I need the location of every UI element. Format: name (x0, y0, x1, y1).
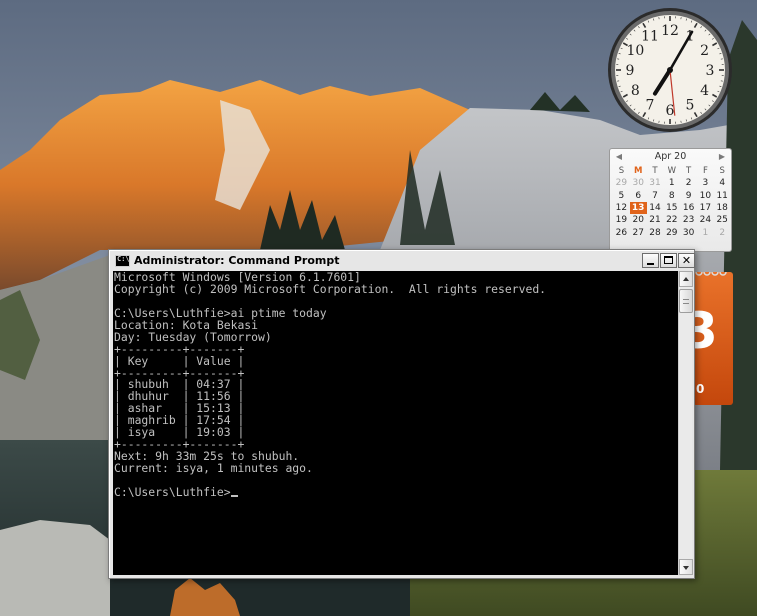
maximize-button[interactable] (660, 253, 677, 268)
calendar-day[interactable]: 26 (613, 226, 630, 238)
close-icon: ✕ (681, 254, 692, 267)
calendar-week-row: 5 6 7 8 9 10 11 (613, 190, 731, 202)
command-prompt-window[interactable]: Administrator: Command Prompt ✕ Microsof… (108, 249, 695, 579)
calendar-day[interactable]: 28 (647, 226, 664, 238)
clock-numeral: 3 (706, 63, 715, 79)
calendar-day[interactable]: 9 (680, 190, 697, 202)
calendar-day[interactable]: 1 (697, 226, 714, 238)
calendar-header: ◀ Apr 20 ▶ (610, 149, 731, 165)
calendar-day[interactable]: 20 (630, 214, 647, 226)
scrollbar-thumb[interactable] (679, 289, 693, 313)
calendar-weekday: S (719, 166, 725, 177)
calendar-day[interactable]: 11 (714, 190, 731, 202)
calendar-weekday: T (652, 166, 658, 177)
arrow-up-icon (683, 277, 689, 281)
clock-numeral: 12 (661, 23, 679, 39)
clock-numeral: 10 (626, 43, 644, 59)
calendar-day[interactable]: 30 (680, 226, 697, 238)
calendar-day[interactable]: 22 (663, 214, 680, 226)
console-output[interactable]: Microsoft Windows [Version 6.1.7601] Copy… (113, 271, 678, 575)
calendar-day[interactable]: 30 (630, 177, 647, 189)
calendar-day[interactable]: 17 (697, 202, 714, 214)
calendar-day[interactable]: 31 (647, 177, 664, 189)
calendar-weekday: S (618, 166, 625, 177)
clock-numeral: 8 (631, 83, 640, 99)
binder-rings-icon (695, 272, 727, 276)
calendar-day[interactable]: 8 (663, 190, 680, 202)
calendar-day[interactable]: 21 (647, 214, 664, 226)
calendar-day[interactable]: 3 (697, 177, 714, 189)
calendar-week-row: 19 20 21 22 23 24 25 (613, 214, 731, 226)
calendar-weekday: T (685, 166, 692, 177)
calendar-day[interactable]: 14 (647, 202, 664, 214)
date-gadget-subtext: 0 (696, 382, 705, 396)
clock-numeral: 9 (626, 63, 635, 79)
clock-numeral: 2 (700, 43, 709, 59)
clock-numeral: 7 (646, 98, 655, 114)
date-gadget-number: 3 (693, 302, 718, 360)
text-cursor (230, 494, 238, 497)
calendar-day[interactable]: 27 (630, 226, 647, 238)
maximize-icon (664, 256, 673, 264)
window-title: Administrator: Command Prompt (134, 254, 340, 267)
clock-numeral: 5 (686, 98, 695, 114)
console-line: C:\Users\Luthfie> (114, 486, 678, 499)
calendar-weekday: F (702, 166, 708, 177)
calendar-week-row: 29 30 31 1 2 3 4 (613, 177, 731, 189)
calendar-day[interactable]: 25 (714, 214, 731, 226)
calendar-day[interactable]: 12 (613, 202, 630, 214)
minimize-button[interactable] (642, 253, 659, 268)
calendar-day[interactable]: 16 (680, 202, 697, 214)
clock-numeral: 4 (700, 83, 709, 99)
calendar-day[interactable]: 19 (613, 214, 630, 226)
calendar-day[interactable]: 7 (647, 190, 664, 202)
calendar-day[interactable]: 24 (697, 214, 714, 226)
calendar-day[interactable]: 18 (714, 202, 731, 214)
calendar-day[interactable]: 2 (714, 226, 731, 238)
calendar-day-today[interactable]: 13 (629, 201, 647, 215)
calendar-month-label: Apr 20 (654, 151, 687, 162)
console-line: Copyright (c) 2009 Microsoft Corporation… (114, 281, 547, 296)
calendar-week-row: 12 13 14 15 16 17 18 (613, 201, 731, 215)
calendar-day[interactable]: 23 (680, 214, 697, 226)
close-button[interactable]: ✕ (678, 253, 695, 268)
calendar-day[interactable]: 29 (663, 226, 680, 238)
calendar-day[interactable]: 10 (697, 190, 714, 202)
calendar-week-row: 26 27 28 29 30 1 2 (613, 226, 731, 238)
previous-month-icon[interactable]: ◀ (613, 149, 625, 165)
calendar-day[interactable]: 1 (663, 177, 680, 189)
calendar-day[interactable]: 15 (663, 202, 680, 214)
calendar-day[interactable]: 6 (630, 190, 647, 202)
vertical-scrollbar[interactable] (678, 271, 693, 575)
next-month-icon[interactable]: ▶ (716, 149, 728, 165)
console-app-icon[interactable] (115, 255, 130, 267)
calendar-grid: S M T W T F S 29 30 31 1 2 3 4 5 6 7 8 9 10 11 12 13 14 15 16 17 18… (613, 165, 731, 239)
scroll-down-button[interactable] (679, 559, 693, 575)
arrow-down-icon (683, 566, 689, 570)
calendar-gadget[interactable]: ◀ Apr 20 ▶ S M T W T F S 29 30 31 1 2 3 4 5 6 7 8 9 10 11 12 1… (609, 148, 732, 252)
calendar-day[interactable]: 2 (680, 177, 697, 189)
calendar-day[interactable]: 29 (613, 177, 630, 189)
minimize-icon (647, 263, 654, 265)
calendar-weekday: W (667, 166, 676, 177)
window-titlebar[interactable]: Administrator: Command Prompt ✕ (111, 252, 695, 271)
calendar-day[interactable]: 4 (714, 177, 731, 189)
console-line: Current: isya, 1 minutes ago. (114, 461, 313, 475)
clock-gadget[interactable]: 121234567891011 (606, 6, 734, 134)
date-gadget[interactable]: 3 0 (693, 272, 733, 405)
clock-numeral: 11 (641, 28, 659, 44)
scroll-up-button[interactable] (679, 271, 693, 287)
calendar-weekday: M (633, 166, 643, 177)
calendar-day[interactable]: 5 (613, 190, 630, 202)
